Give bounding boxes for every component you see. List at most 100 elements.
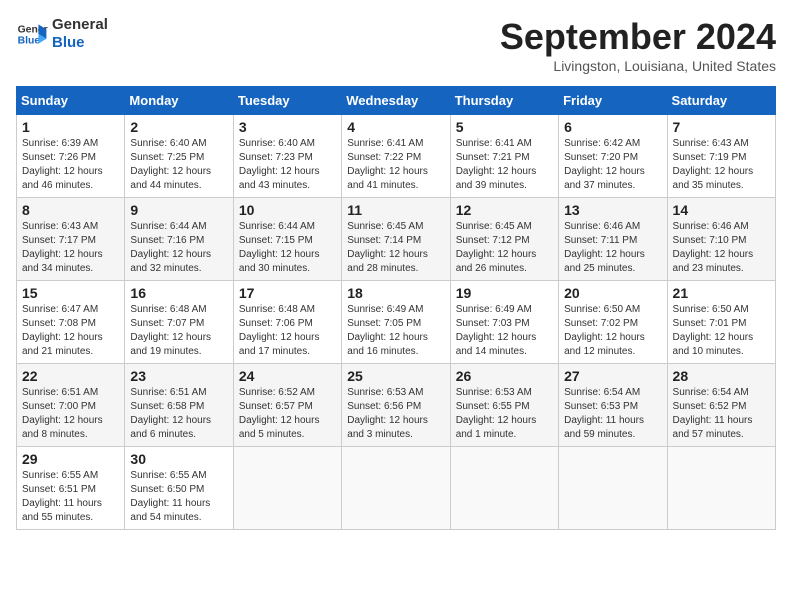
day-info: Sunrise: 6:40 AM Sunset: 7:23 PM Dayligh… — [239, 137, 336, 193]
day-number: 16 — [130, 285, 227, 301]
day-number: 13 — [564, 202, 661, 218]
day-info: Sunrise: 6:39 AM Sunset: 7:26 PM Dayligh… — [22, 137, 119, 193]
day-info: Sunrise: 6:48 AM Sunset: 7:07 PM Dayligh… — [130, 303, 227, 359]
logo-icon: General Blue — [16, 18, 48, 50]
calendar-week-row: 1Sunrise: 6:39 AM Sunset: 7:26 PM Daylig… — [17, 115, 776, 198]
calendar-day-cell: 15 Sunrise: 6:47 AM Sunset: 7:08 PM Dayli… — [17, 281, 125, 364]
calendar-day-cell: 24 Sunrise: 6:52 AM Sunset: 6:57 PM Dayli… — [233, 364, 341, 447]
title-block: September 2024 Livingston, Louisiana, Un… — [500, 16, 776, 74]
calendar-day-cell: 25 Sunrise: 6:53 AM Sunset: 6:56 PM Dayli… — [342, 364, 450, 447]
calendar-day-cell: 18 Sunrise: 6:49 AM Sunset: 7:05 PM Dayli… — [342, 281, 450, 364]
day-number: 14 — [673, 202, 770, 218]
day-number: 6 — [564, 119, 661, 135]
day-info: Sunrise: 6:54 AM Sunset: 6:52 PM Dayligh… — [673, 386, 770, 442]
weekday-row: SundayMondayTuesdayWednesdayThursdayFrid… — [17, 87, 776, 115]
day-info: Sunrise: 6:40 AM Sunset: 7:25 PM Dayligh… — [130, 137, 227, 193]
day-number: 22 — [22, 368, 119, 384]
day-number: 12 — [456, 202, 553, 218]
month-title: September 2024 — [500, 16, 776, 58]
day-number: 24 — [239, 368, 336, 384]
day-info: Sunrise: 6:53 AM Sunset: 6:56 PM Dayligh… — [347, 386, 444, 442]
calendar-day-cell: 2Sunrise: 6:40 AM Sunset: 7:25 PM Daylig… — [125, 115, 233, 198]
empty-cell — [342, 447, 450, 530]
day-info: Sunrise: 6:43 AM Sunset: 7:17 PM Dayligh… — [22, 220, 119, 276]
empty-cell — [450, 447, 558, 530]
calendar-day-cell: 16 Sunrise: 6:48 AM Sunset: 7:07 PM Dayli… — [125, 281, 233, 364]
day-info: Sunrise: 6:54 AM Sunset: 6:53 PM Dayligh… — [564, 386, 661, 442]
weekday-header-sunday: Sunday — [17, 87, 125, 115]
day-number: 11 — [347, 202, 444, 218]
day-number: 4 — [347, 119, 444, 135]
day-info: Sunrise: 6:49 AM Sunset: 7:05 PM Dayligh… — [347, 303, 444, 359]
day-info: Sunrise: 6:46 AM Sunset: 7:10 PM Dayligh… — [673, 220, 770, 276]
calendar-day-cell: 17 Sunrise: 6:48 AM Sunset: 7:06 PM Dayli… — [233, 281, 341, 364]
calendar-day-cell: 27 Sunrise: 6:54 AM Sunset: 6:53 PM Dayli… — [559, 364, 667, 447]
day-number: 18 — [347, 285, 444, 301]
calendar-day-cell: 3 Sunrise: 6:40 AM Sunset: 7:23 PM Daylig… — [233, 115, 341, 198]
day-info: Sunrise: 6:51 AM Sunset: 7:00 PM Dayligh… — [22, 386, 119, 442]
day-info: Sunrise: 6:48 AM Sunset: 7:06 PM Dayligh… — [239, 303, 336, 359]
day-number: 10 — [239, 202, 336, 218]
calendar-day-cell: 11 Sunrise: 6:45 AM Sunset: 7:14 PM Dayli… — [342, 198, 450, 281]
day-number: 21 — [673, 285, 770, 301]
calendar-week-row: 15 Sunrise: 6:47 AM Sunset: 7:08 PM Dayli… — [17, 281, 776, 364]
day-number: 15 — [22, 285, 119, 301]
calendar-week-row: 22 Sunrise: 6:51 AM Sunset: 7:00 PM Dayli… — [17, 364, 776, 447]
day-number: 5 — [456, 119, 553, 135]
calendar-day-cell: 21 Sunrise: 6:50 AM Sunset: 7:01 PM Dayli… — [667, 281, 775, 364]
calendar-day-cell: 1Sunrise: 6:39 AM Sunset: 7:26 PM Daylig… — [17, 115, 125, 198]
logo: General Blue General Blue — [16, 16, 108, 52]
day-number: 7 — [673, 119, 770, 135]
day-info: Sunrise: 6:46 AM Sunset: 7:11 PM Dayligh… — [564, 220, 661, 276]
day-number: 30 — [130, 451, 227, 467]
weekday-header-monday: Monday — [125, 87, 233, 115]
calendar-day-cell: 8 Sunrise: 6:43 AM Sunset: 7:17 PM Daylig… — [17, 198, 125, 281]
day-number: 23 — [130, 368, 227, 384]
day-info: Sunrise: 6:45 AM Sunset: 7:12 PM Dayligh… — [456, 220, 553, 276]
calendar-day-cell: 6 Sunrise: 6:42 AM Sunset: 7:20 PM Daylig… — [559, 115, 667, 198]
calendar-body: 1Sunrise: 6:39 AM Sunset: 7:26 PM Daylig… — [17, 115, 776, 530]
calendar-day-cell: 10 Sunrise: 6:44 AM Sunset: 7:15 PM Dayli… — [233, 198, 341, 281]
calendar-day-cell: 9Sunrise: 6:44 AM Sunset: 7:16 PM Daylig… — [125, 198, 233, 281]
day-info: Sunrise: 6:55 AM Sunset: 6:51 PM Dayligh… — [22, 469, 119, 525]
day-info: Sunrise: 6:55 AM Sunset: 6:50 PM Dayligh… — [130, 469, 227, 525]
calendar-day-cell: 20Sunrise: 6:50 AM Sunset: 7:02 PM Dayli… — [559, 281, 667, 364]
calendar-header: SundayMondayTuesdayWednesdayThursdayFrid… — [17, 87, 776, 115]
calendar-day-cell: 26Sunrise: 6:53 AM Sunset: 6:55 PM Dayli… — [450, 364, 558, 447]
empty-cell — [559, 447, 667, 530]
day-info: Sunrise: 6:47 AM Sunset: 7:08 PM Dayligh… — [22, 303, 119, 359]
day-info: Sunrise: 6:49 AM Sunset: 7:03 PM Dayligh… — [456, 303, 553, 359]
location: Livingston, Louisiana, United States — [500, 58, 776, 74]
day-info: Sunrise: 6:42 AM Sunset: 7:20 PM Dayligh… — [564, 137, 661, 193]
day-info: Sunrise: 6:41 AM Sunset: 7:22 PM Dayligh… — [347, 137, 444, 193]
day-info: Sunrise: 6:44 AM Sunset: 7:15 PM Dayligh… — [239, 220, 336, 276]
calendar-day-cell: 19 Sunrise: 6:49 AM Sunset: 7:03 PM Dayli… — [450, 281, 558, 364]
day-info: Sunrise: 6:51 AM Sunset: 6:58 PM Dayligh… — [130, 386, 227, 442]
day-info: Sunrise: 6:41 AM Sunset: 7:21 PM Dayligh… — [456, 137, 553, 193]
day-number: 28 — [673, 368, 770, 384]
calendar-day-cell: 29Sunrise: 6:55 AM Sunset: 6:51 PM Dayli… — [17, 447, 125, 530]
day-info: Sunrise: 6:45 AM Sunset: 7:14 PM Dayligh… — [347, 220, 444, 276]
day-number: 25 — [347, 368, 444, 384]
logo-line1: General — [52, 16, 108, 34]
day-info: Sunrise: 6:52 AM Sunset: 6:57 PM Dayligh… — [239, 386, 336, 442]
calendar-day-cell: 13 Sunrise: 6:46 AM Sunset: 7:11 PM Dayli… — [559, 198, 667, 281]
day-number: 3 — [239, 119, 336, 135]
calendar-day-cell: 23 Sunrise: 6:51 AM Sunset: 6:58 PM Dayli… — [125, 364, 233, 447]
calendar-day-cell: 28 Sunrise: 6:54 AM Sunset: 6:52 PM Dayli… — [667, 364, 775, 447]
svg-text:Blue: Blue — [18, 36, 41, 47]
calendar-week-row: 29Sunrise: 6:55 AM Sunset: 6:51 PM Dayli… — [17, 447, 776, 530]
day-info: Sunrise: 6:50 AM Sunset: 7:01 PM Dayligh… — [673, 303, 770, 359]
day-info: Sunrise: 6:50 AM Sunset: 7:02 PM Dayligh… — [564, 303, 661, 359]
weekday-header-wednesday: Wednesday — [342, 87, 450, 115]
day-number: 8 — [22, 202, 119, 218]
day-info: Sunrise: 6:43 AM Sunset: 7:19 PM Dayligh… — [673, 137, 770, 193]
day-number: 9 — [130, 202, 227, 218]
day-number: 27 — [564, 368, 661, 384]
day-number: 17 — [239, 285, 336, 301]
calendar-table: SundayMondayTuesdayWednesdayThursdayFrid… — [16, 86, 776, 530]
calendar-day-cell: 30 Sunrise: 6:55 AM Sunset: 6:50 PM Dayli… — [125, 447, 233, 530]
weekday-header-thursday: Thursday — [450, 87, 558, 115]
empty-cell — [233, 447, 341, 530]
day-number: 19 — [456, 285, 553, 301]
